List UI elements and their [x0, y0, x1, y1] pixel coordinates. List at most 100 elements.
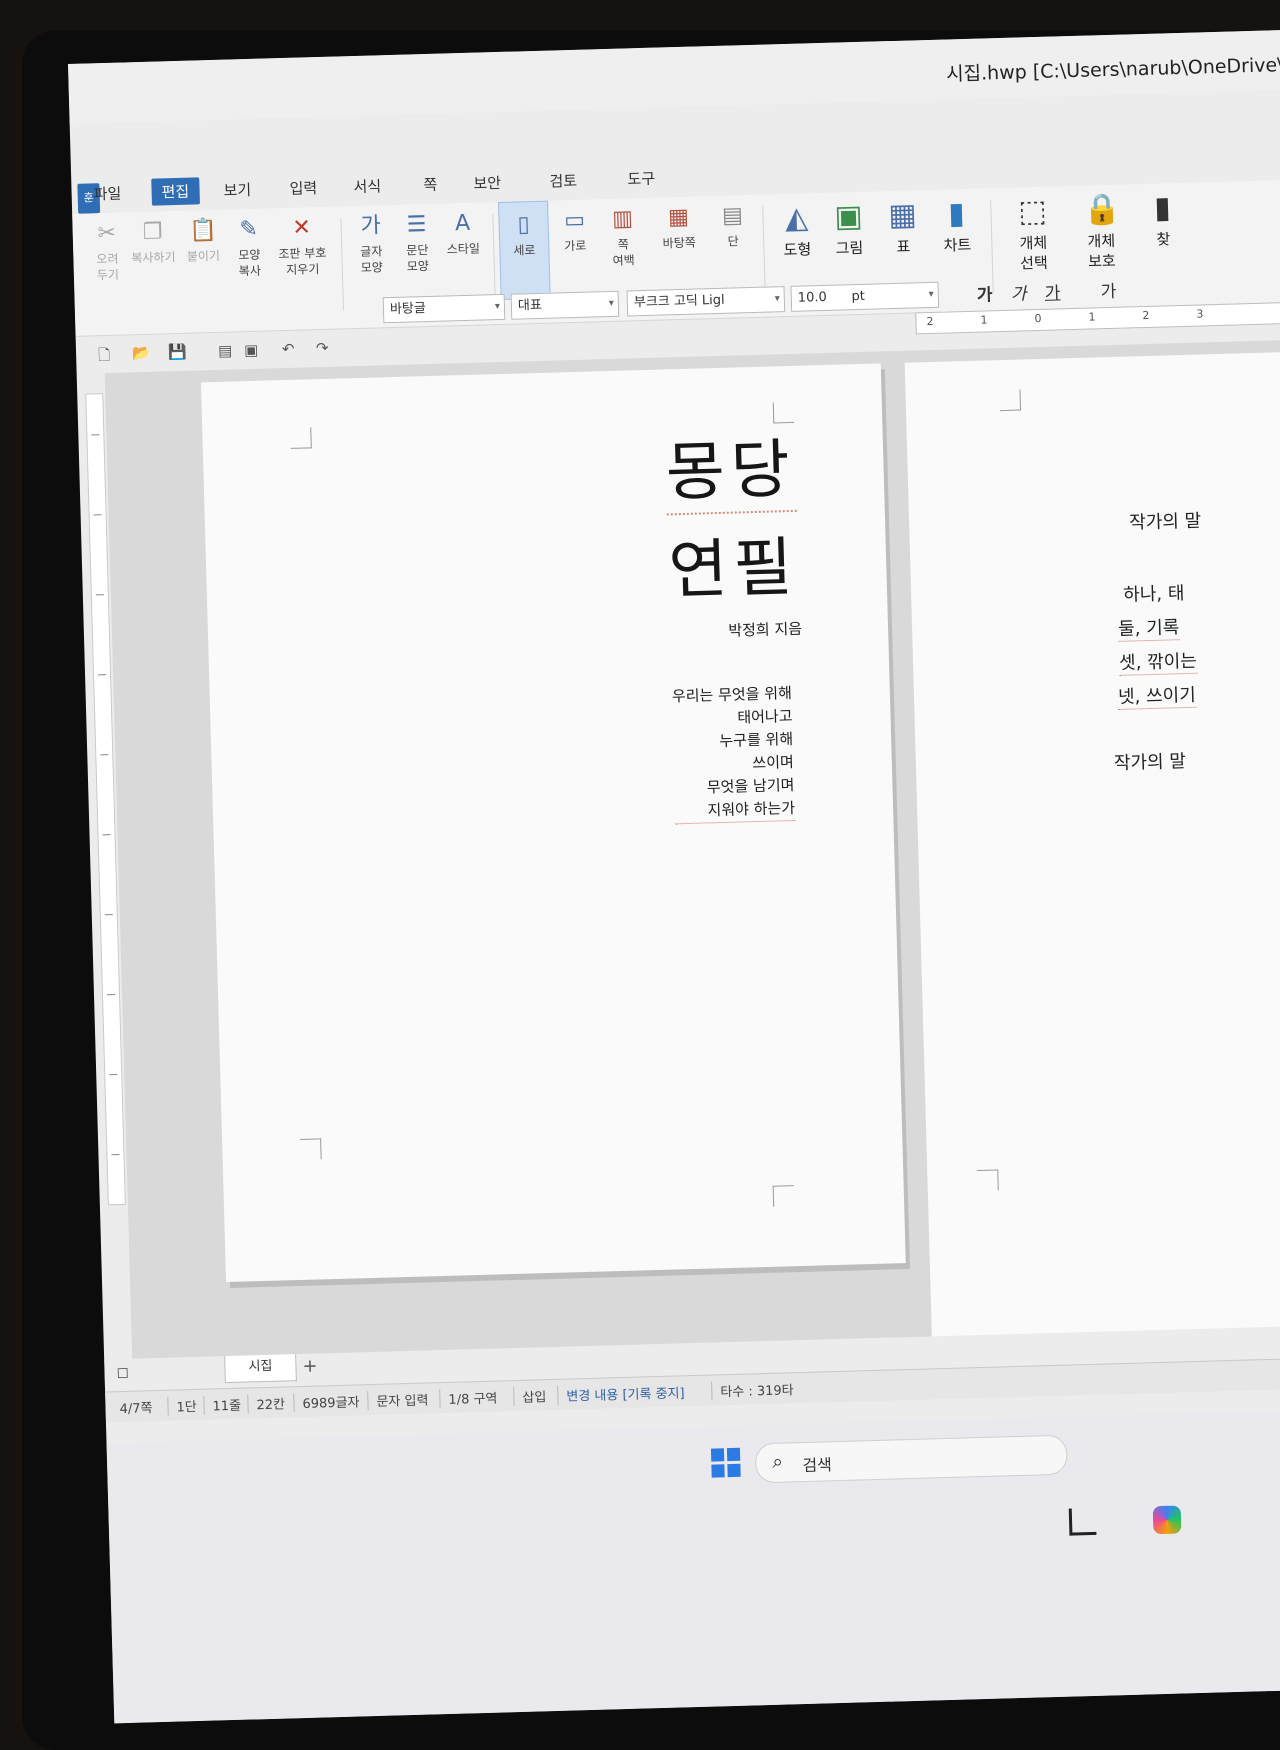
poem-line: 무엇을 남기며 [706, 776, 795, 797]
font-size-select[interactable]: 10.0 pt [790, 281, 940, 312]
page2-footer: 작가의 말 [1113, 751, 1187, 775]
document-workspace[interactable]: 몽당 연필 박정희 지음 우리는 무엇을 위해 태어나고 누구를 위해 쓰이며 … [104, 339, 1280, 1373]
strike-button[interactable]: 가 [1100, 277, 1116, 302]
find-icon: ▮ [1153, 190, 1172, 226]
bold-button[interactable]: 가 [976, 280, 993, 305]
margin-corner [290, 427, 312, 449]
select-object-button[interactable]: ⬚ 개체 선택 [1002, 194, 1064, 274]
windows-start-icon[interactable] [710, 1447, 742, 1479]
clipboard-icon: 📋 [189, 217, 218, 244]
font-select[interactable]: 부크크 고딕 Ligl [626, 286, 786, 317]
menu-file[interactable]: 파일 [93, 183, 121, 205]
status-typing: 타수 : 319타 [711, 1379, 794, 1401]
background-page-button[interactable]: ▦ 바탕쪽 [650, 204, 707, 252]
status-section: 1/8 구역 [439, 1387, 498, 1409]
picture-icon: ▣ [833, 198, 864, 235]
status-column: 1단 [167, 1395, 198, 1416]
format-copy-button[interactable]: ✎ 모양 복사 [224, 216, 274, 279]
page2-item: 둘, 기록 [1117, 613, 1180, 642]
preview-icon[interactable]: ▣ [244, 341, 259, 359]
picture-button[interactable]: ▣ 그림 [824, 198, 874, 259]
poem-line: 우리는 무엇을 위해 [671, 684, 793, 706]
book-title-line1: 몽당 [664, 417, 797, 516]
save-icon[interactable]: 💾 [168, 343, 187, 362]
taskbar-search[interactable]: ⌕ 검색 [754, 1434, 1068, 1484]
menu-format[interactable]: 서식 [353, 175, 381, 197]
background-page-icon: ▦ [667, 204, 690, 231]
portrait-button[interactable]: ▯ 세로 [498, 200, 551, 301]
protect-object-button[interactable]: 🔒 개체 보호 [1070, 192, 1132, 272]
tab-nav-icon[interactable]: ◻ [116, 1363, 129, 1381]
select-object-icon: ⬚ [1017, 193, 1048, 230]
underline-button[interactable]: 가 [1044, 278, 1061, 303]
document-page[interactable]: 몽당 연필 박정희 지음 우리는 무엇을 위해 태어나고 누구를 위해 쓰이며 … [200, 363, 906, 1283]
menu-edit[interactable]: 편집 [151, 177, 200, 206]
style-button[interactable]: A 스타일 [438, 210, 487, 257]
book-title-line2: 연필 [667, 530, 800, 609]
author-line: 박정희 지음 [728, 619, 803, 640]
chart-button[interactable]: ▮ 차트 [932, 196, 982, 256]
status-col: 22칸 [247, 1393, 286, 1414]
paste-button[interactable]: 📋 붙이기 [178, 218, 227, 265]
new-doc-icon[interactable]: 🗋 [98, 345, 111, 370]
columns-button[interactable]: ▤ 단 [708, 203, 757, 250]
char-shape-button[interactable]: 가 글자 모양 [346, 213, 396, 276]
undo-icon[interactable]: ↶ [282, 340, 295, 358]
margin-corner [977, 1169, 999, 1192]
poem-line: 누구를 위해 [719, 730, 794, 751]
tab-sheet[interactable]: 시집 [224, 1354, 297, 1384]
copy-icon: ❐ [142, 219, 163, 245]
search-label: 검색 [802, 1455, 833, 1476]
search-icon: ⌕ [771, 1450, 784, 1473]
margin-corner [772, 1185, 795, 1207]
poem-line: 지워야 하는가 [674, 796, 796, 825]
status-track-changes[interactable]: 변경 내용 [기록 중지] [557, 1382, 685, 1405]
menu-security[interactable]: 보안 [473, 172, 501, 194]
margins-icon: ▥ [611, 206, 634, 232]
poem-line: 태어나고 [737, 707, 793, 727]
char-shape-icon: 가 [360, 213, 382, 239]
poem-line: 쓰이며 [752, 753, 795, 773]
print-icon[interactable]: ▤ [218, 342, 233, 360]
menu-tools[interactable]: 도구 [627, 168, 655, 190]
cut-button[interactable]: ✂ 오려 두기 [82, 220, 132, 283]
clear-marks-button[interactable]: ✕ 조판 부호 지우기 [270, 215, 334, 279]
page2-item: 넷, 쓰이기 [1117, 680, 1197, 710]
open-folder-icon[interactable]: 📂 [132, 344, 151, 363]
page2-item: 하나, 태 [1122, 583, 1185, 606]
landscape-page-icon: ▭ [563, 207, 586, 234]
page2-item: 셋, 깎이는 [1118, 646, 1198, 676]
menu-review[interactable]: 검토 [549, 170, 577, 192]
style-select[interactable]: 바탕글 [382, 293, 506, 324]
shapes-button[interactable]: ◭ 도형 [772, 200, 822, 260]
document-page[interactable]: 작가의 말 하나, 태 둘, 기록 셋, 깎이는 넷, 쓰이기 작가의 말 [904, 351, 1280, 1343]
find-button[interactable]: ▮ 찾 [1142, 190, 1184, 250]
copilot-icon[interactable] [1152, 1505, 1182, 1535]
add-tab-button[interactable]: + [302, 1356, 318, 1377]
menu-view[interactable]: 보기 [223, 179, 251, 201]
menu-insert[interactable]: 입력 [289, 177, 317, 199]
language-select[interactable]: 대표 [510, 290, 620, 320]
taskbar: ⌕ 검색 [106, 1408, 1280, 1724]
format-painter-icon: ✎ [239, 216, 259, 243]
para-shape-icon: ☰ [406, 212, 427, 238]
status-mode: 삽입 [513, 1386, 547, 1407]
margins-button[interactable]: ▥ 쪽 여백 [598, 206, 648, 269]
task-view-icon[interactable] [1068, 1507, 1097, 1536]
italic-button[interactable]: 가 [1010, 279, 1027, 304]
status-input: 문자 입력 [367, 1389, 429, 1411]
menu-page[interactable]: 쪽 [423, 174, 437, 195]
lock-icon: 🔒 [1082, 191, 1122, 228]
redo-icon[interactable]: ↷ [316, 339, 329, 357]
status-page: 4/7쪽 [119, 1401, 153, 1418]
para-shape-button[interactable]: ☰ 문단 모양 [392, 212, 442, 275]
table-button[interactable]: ▦ 표 [878, 197, 928, 257]
landscape-button[interactable]: ▭ 가로 [550, 207, 599, 254]
table-icon: ▦ [887, 197, 918, 234]
page2-heading: 작가의 말 [1128, 510, 1202, 534]
clear-marks-icon: ✕ [292, 215, 312, 241]
screen: 시집.hwp [C:\Users\narub\OneDrive\바탕 훈 파일 … [68, 29, 1280, 1724]
style-icon: A [454, 210, 471, 237]
portrait-page-icon: ▯ [517, 212, 531, 238]
copy-button[interactable]: ❐ 복사하기 [128, 219, 177, 266]
